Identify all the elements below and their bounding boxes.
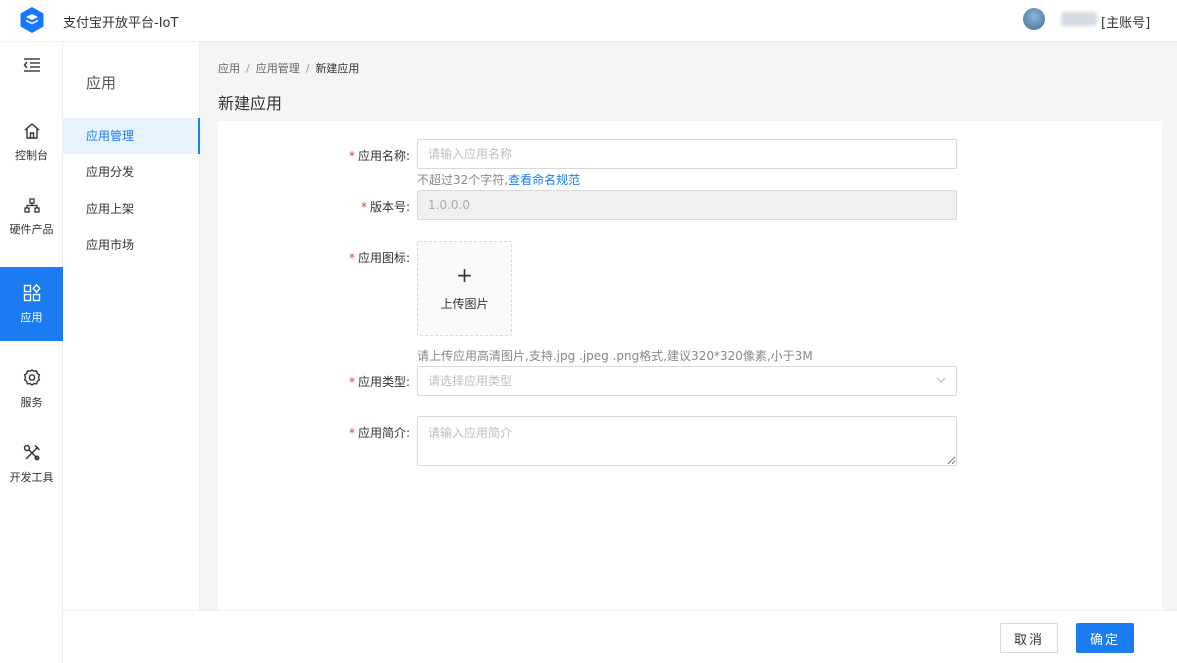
sub-nav: 应用 应用管理 应用分发 应用上架 应用市场 [63, 42, 200, 610]
app-name-hint: 不超过32个字符,查看命名规范 [417, 171, 580, 188]
rail-item-label: 应用 [20, 311, 43, 324]
required-mark: * [348, 251, 355, 265]
rail-item-label: 服务 [20, 396, 43, 409]
app-type-placeholder: 请选择应用类型 [428, 374, 513, 388]
icon-rail: 控制台 硬件产品 应用 服务 开发工具 [0, 42, 63, 663]
apps-icon [23, 283, 41, 302]
cancel-button[interactable]: 取消 [1000, 623, 1058, 653]
rail-item-hardware[interactable]: 硬件产品 [0, 179, 63, 253]
rail-item-devtools[interactable]: 开发工具 [0, 427, 63, 501]
naming-rules-link[interactable]: 查看命名规范 [508, 173, 580, 187]
app-intro-textarea[interactable] [417, 416, 957, 466]
form-card: *应用名称: 不超过32个字符,查看命名规范 *版本号: *应用图标: + 上传… [218, 121, 1162, 610]
app-intro-label: * 应用简介: [310, 424, 410, 441]
menu-collapse-icon[interactable] [23, 57, 41, 73]
breadcrumb-separator: / [246, 62, 250, 75]
rail-item-label: 控制台 [15, 149, 48, 162]
rail-item-label: 开发工具 [9, 471, 54, 484]
rail-item-apps[interactable]: 应用 [0, 267, 63, 341]
page-title: 新建应用 [218, 94, 283, 113]
version-label-text: 版本号: [369, 200, 410, 214]
confirm-button[interactable]: 确定 [1076, 623, 1134, 653]
breadcrumb: 应用 / 应用管理 / 新建应用 [218, 60, 359, 76]
app-intro-label-text: 应用简介: [357, 426, 410, 440]
gear-icon [23, 369, 40, 386]
breadcrumb-separator: / [305, 62, 310, 75]
avatar[interactable] [1023, 8, 1045, 30]
subnav-item-app-distribution[interactable]: 应用分发 [63, 154, 200, 190]
app-type-label: * 应用类型: [310, 373, 410, 390]
app-name-label-text: 应用名称: [357, 149, 410, 163]
required-mark: * [348, 426, 355, 440]
app-icon-label: * 应用图标: [310, 249, 410, 266]
top-bar: 支付宝开放平台-IoT [主账号] [0, 0, 1177, 42]
footer-bar: 取消 确定 [63, 610, 1177, 663]
required-mark: * [348, 375, 355, 389]
home-icon [24, 123, 39, 139]
required-mark: * [348, 149, 355, 163]
version-input [417, 190, 957, 220]
breadcrumb-item[interactable]: 应用管理 [256, 62, 300, 75]
plus-icon: + [456, 263, 473, 287]
image-upload-button[interactable]: + 上传图片 [417, 241, 512, 336]
rail-item-console[interactable]: 控制台 [0, 105, 63, 179]
app-name-hint-text: 不超过32个字符, [417, 173, 509, 187]
rail-item-label: 硬件产品 [9, 223, 54, 236]
chevron-down-icon [936, 377, 946, 383]
app-icon-hint: 请上传应用高清图片,支持.jpg .jpeg .png格式,建议320*320像… [417, 349, 813, 363]
rail-item-services[interactable]: 服务 [0, 352, 63, 426]
subnav-item-app-market[interactable]: 应用市场 [63, 227, 200, 263]
app-type-label-text: 应用类型: [357, 375, 410, 389]
breadcrumb-item[interactable]: 应用 [218, 62, 240, 75]
iot-logo-icon[interactable] [18, 6, 46, 34]
app-name-input[interactable] [417, 139, 957, 169]
required-mark: * [360, 200, 367, 214]
app-type-select[interactable]: 请选择应用类型 [417, 366, 957, 396]
account-tag[interactable]: [主账号] [1101, 12, 1150, 31]
app-name-label: * 应用名称: [310, 147, 410, 164]
tools-icon [23, 444, 40, 461]
version-label: * 版本号: [310, 198, 410, 215]
subnav-item-app-listing[interactable]: 应用上架 [63, 191, 200, 227]
app-title: 支付宝开放平台-IoT [63, 16, 179, 31]
upload-label: 上传图片 [440, 297, 489, 311]
subnav-item-app-management[interactable]: 应用管理 [63, 118, 200, 154]
app-icon-label-text: 应用图标: [357, 251, 410, 265]
main-content: 应用/应用管理/新建应用 新建应用 *应用名称: 不超过32个字符,查看命名规范… [200, 42, 1177, 610]
breadcrumb-current: 新建应用 [315, 62, 360, 75]
username-blurred[interactable] [1061, 12, 1097, 26]
subnav-title: 应用 [86, 74, 117, 92]
hardware-icon [23, 198, 40, 213]
